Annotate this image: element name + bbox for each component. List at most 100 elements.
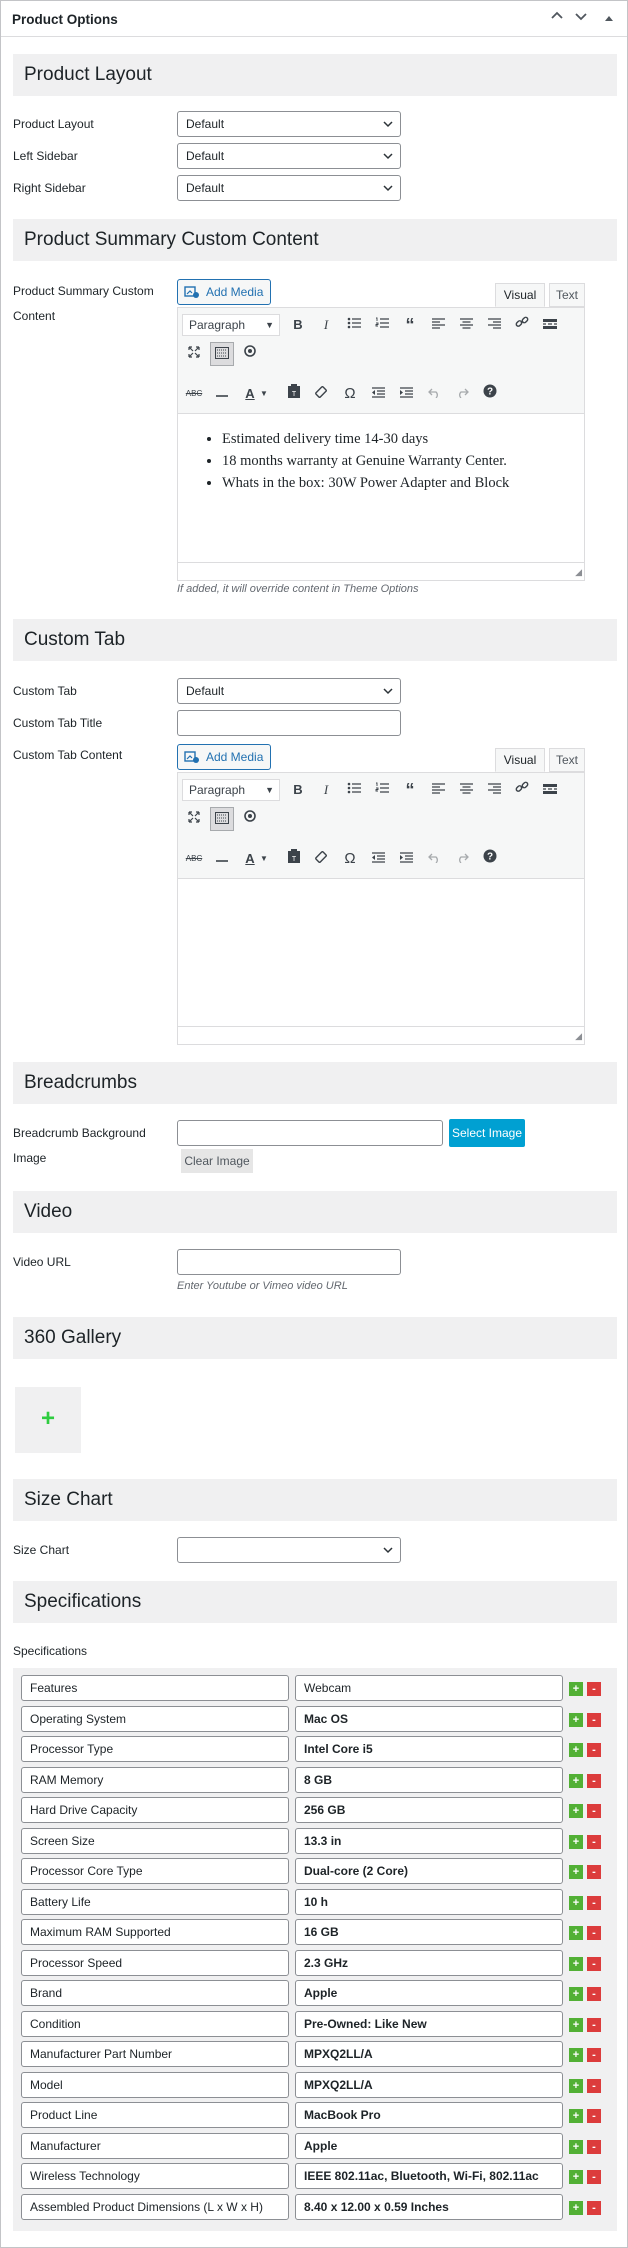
bold-icon[interactable]: B [286, 778, 310, 802]
clear-formatting-icon[interactable] [310, 382, 334, 406]
remove-row-button[interactable]: - [587, 2170, 601, 2184]
undo-icon[interactable] [422, 382, 446, 406]
clear-formatting-icon[interactable] [310, 847, 334, 871]
remove-row-button[interactable]: - [587, 1682, 601, 1696]
align-right-icon[interactable] [482, 313, 506, 337]
align-right-icon[interactable] [482, 778, 506, 802]
align-left-icon[interactable] [426, 778, 450, 802]
bullet-list-icon[interactable] [342, 778, 366, 802]
resize-handle-icon[interactable]: ◢ [575, 567, 582, 578]
add-row-button[interactable]: + [569, 1987, 583, 2001]
add-row-button[interactable]: + [569, 2170, 583, 2184]
paste-text-icon[interactable]: T [282, 382, 306, 406]
add-row-button[interactable]: + [569, 2139, 583, 2154]
spec-value-input[interactable]: Mac OS [295, 1705, 563, 1732]
add-row-button[interactable]: + [569, 2017, 583, 2032]
move-down-icon[interactable] [571, 9, 591, 29]
add-row-button[interactable]: + [569, 2200, 583, 2215]
spec-value-input[interactable]: IEEE 802.11ac, Bluetooth, Wi-Fi, 802.11a… [295, 2163, 563, 2189]
caret-down-icon[interactable]: ▼ [258, 847, 270, 871]
format-select[interactable]: Paragraph ▼ [182, 779, 280, 801]
spec-key-input[interactable]: Processor Type [21, 1736, 289, 1762]
tab-text[interactable]: Text [549, 748, 585, 772]
add-row-button[interactable]: + [569, 1956, 583, 1971]
video-url-input[interactable] [177, 1249, 401, 1275]
align-center-icon[interactable] [454, 313, 478, 337]
bullet-list-icon[interactable] [342, 313, 366, 337]
clear-image-button[interactable]: Clear Image [181, 1149, 253, 1173]
indent-icon[interactable] [394, 382, 418, 406]
outdent-icon[interactable] [366, 382, 390, 406]
align-left-icon[interactable] [426, 313, 450, 337]
italic-icon[interactable]: I [314, 313, 338, 337]
read-more-icon[interactable] [538, 778, 562, 802]
custom-tab-select[interactable]: Default [177, 678, 401, 704]
tab-visual[interactable]: Visual [495, 283, 545, 307]
spec-key-input[interactable]: Processor Core Type [21, 1858, 289, 1884]
undo-icon[interactable] [422, 847, 446, 871]
add-gallery-image-button[interactable]: + [15, 1387, 81, 1453]
strikethrough-icon[interactable]: ABC [182, 847, 206, 871]
add-row-button[interactable]: + [569, 1743, 583, 1757]
add-row-button[interactable]: + [569, 1865, 583, 1879]
remove-row-button[interactable]: - [587, 1773, 601, 1788]
remove-row-button[interactable]: - [587, 1926, 601, 1940]
spec-key-input[interactable]: Wireless Technology [21, 2163, 289, 2189]
remove-row-button[interactable]: - [587, 1712, 601, 1727]
spec-key-input[interactable]: Operating System [21, 1705, 289, 1732]
add-row-button[interactable]: + [569, 1926, 583, 1940]
right-sidebar-select[interactable]: Default [177, 175, 401, 201]
breadcrumb-bg-image-input[interactable] [177, 1120, 443, 1146]
spec-value-input[interactable]: 10 h [295, 1888, 563, 1915]
collapse-toggle-icon[interactable] [599, 9, 619, 29]
add-row-button[interactable]: + [569, 1804, 583, 1818]
spec-key-input[interactable]: Battery Life [21, 1888, 289, 1915]
custom-tab-editor-content[interactable] [178, 879, 584, 1027]
remove-row-button[interactable]: - [587, 1804, 601, 1818]
horizontal-line-icon[interactable] [210, 847, 234, 871]
spec-key-input[interactable]: Model [21, 2071, 289, 2098]
spec-value-input[interactable]: Pre-Owned: Like New [295, 2010, 563, 2037]
custom-tab-title-input[interactable] [177, 710, 401, 736]
add-row-button[interactable]: + [569, 1773, 583, 1788]
left-sidebar-select[interactable]: Default [177, 143, 401, 169]
remove-row-button[interactable]: - [587, 2200, 601, 2215]
paste-text-icon[interactable]: T [282, 847, 306, 871]
spec-key-input[interactable]: Processor Speed [21, 1949, 289, 1976]
remove-row-button[interactable]: - [587, 2139, 601, 2154]
remove-row-button[interactable]: - [587, 1956, 601, 1971]
add-row-button[interactable]: + [569, 1682, 583, 1696]
remove-row-button[interactable]: - [587, 2017, 601, 2032]
spec-key-input[interactable]: Manufacturer [21, 2132, 289, 2159]
spec-key-input[interactable]: Product Line [21, 2102, 289, 2128]
spec-value-input[interactable]: 16 GB [295, 1919, 563, 1945]
add-media-button[interactable]: Add Media [177, 744, 271, 770]
bold-icon[interactable]: B [286, 313, 310, 337]
tab-text[interactable]: Text [549, 283, 585, 307]
tab-visual[interactable]: Visual [495, 748, 545, 772]
remove-row-button[interactable]: - [587, 2078, 601, 2093]
special-character-icon[interactable]: Ω [338, 382, 362, 406]
spec-value-input[interactable]: 8.40 x 12.00 x 0.59 Inches [295, 2193, 563, 2220]
add-row-button[interactable]: + [569, 1834, 583, 1849]
redo-icon[interactable] [450, 382, 474, 406]
italic-icon[interactable]: I [314, 778, 338, 802]
remove-row-button[interactable]: - [587, 1834, 601, 1849]
read-more-icon[interactable] [538, 313, 562, 337]
blockquote-icon[interactable]: “ [398, 778, 422, 802]
help-icon[interactable]: ? [478, 847, 502, 871]
link-icon[interactable] [510, 313, 534, 337]
spec-key-input[interactable]: Screen Size [21, 1827, 289, 1854]
toolbar-toggle-icon[interactable] [210, 807, 234, 831]
horizontal-line-icon[interactable] [210, 382, 234, 406]
spec-key-input[interactable]: Features [21, 1675, 289, 1701]
spec-value-input[interactable]: Dual-core (2 Core) [295, 1858, 563, 1884]
blockquote-icon[interactable]: “ [398, 313, 422, 337]
spec-key-input[interactable]: Assembled Product Dimensions (L x W x H) [21, 2193, 289, 2220]
spec-value-input[interactable]: Intel Core i5 [295, 1736, 563, 1762]
spec-key-input[interactable]: Maximum RAM Supported [21, 1919, 289, 1945]
select-image-button[interactable]: Select Image [449, 1119, 525, 1147]
align-center-icon[interactable] [454, 778, 478, 802]
add-row-button[interactable]: + [569, 2109, 583, 2123]
refresh-icon[interactable] [238, 342, 262, 366]
